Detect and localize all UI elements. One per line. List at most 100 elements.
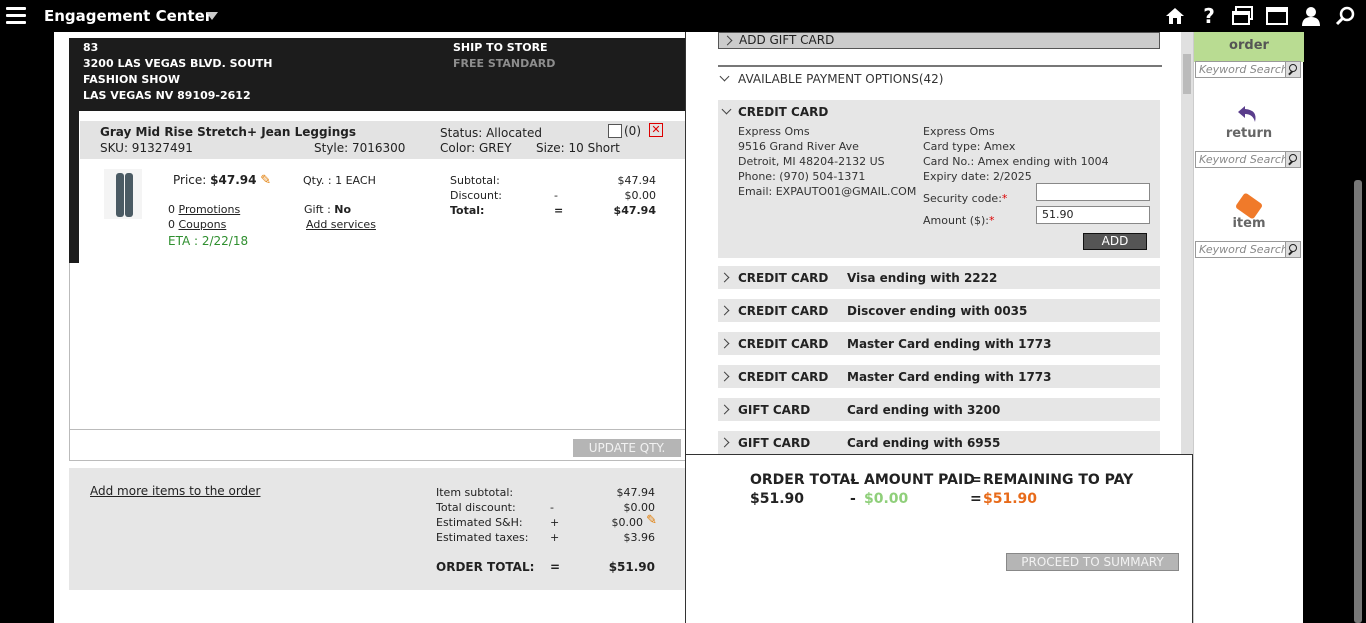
update-qty-button[interactable]: UPDATE QTY. bbox=[573, 439, 681, 457]
card-line: Card No.: Amex ending with 1004 bbox=[923, 155, 1109, 168]
available-options-label: AVAILABLE PAYMENT OPTIONS(42) bbox=[738, 72, 944, 86]
equals-sign: = bbox=[970, 472, 982, 488]
address-line: LAS VEGAS NV 89109-2612 bbox=[83, 89, 251, 102]
total-op: = bbox=[554, 204, 564, 217]
payment-scrollbar[interactable] bbox=[1181, 32, 1193, 454]
available-payment-options[interactable]: AVAILABLE PAYMENT OPTIONS(42) bbox=[718, 71, 944, 86]
payment-desc: Visa ending with 2222 bbox=[847, 271, 998, 285]
billing-line: Detroit, MI 48204-2132 US bbox=[738, 155, 885, 168]
card-title[interactable]: CREDIT CARD bbox=[738, 105, 828, 119]
payment-option-row[interactable]: CREDIT CARD Master Card ending with 1773 bbox=[718, 365, 1160, 388]
ship-method: SHIP TO STORE FREE STANDARD bbox=[453, 40, 555, 72]
page-scrollbar[interactable] bbox=[1354, 180, 1362, 623]
amount-paid-heading: AMOUNT PAID bbox=[864, 472, 975, 488]
summary-value: $0.00 bbox=[611, 516, 644, 529]
summary-op: + bbox=[550, 531, 560, 544]
chevron-down-icon[interactable] bbox=[721, 104, 732, 115]
help-icon[interactable]: ? bbox=[1198, 4, 1220, 28]
windows-icon[interactable] bbox=[1232, 5, 1254, 27]
equals-sign: = bbox=[970, 491, 982, 507]
item-totals: Subtotal: $47.94 Discount: - $0.00 Total… bbox=[450, 173, 656, 218]
chevron-right-icon bbox=[719, 437, 730, 448]
payment-option-row[interactable]: CREDIT CARD Visa ending with 2222 bbox=[718, 266, 1160, 289]
edit-shipping-icon[interactable]: ✎ bbox=[646, 513, 657, 528]
promotions-label[interactable]: Promotions bbox=[179, 203, 241, 216]
top-icons: ? bbox=[1164, 4, 1356, 28]
search-icon[interactable] bbox=[1334, 5, 1356, 27]
summary-row: Estimated taxes: + $3.96 bbox=[436, 530, 655, 545]
gift-value: No bbox=[334, 203, 352, 216]
summary-label: Item subtotal: bbox=[436, 486, 514, 499]
return-arrow-icon[interactable] bbox=[1236, 104, 1260, 124]
order-summary: Add more items to the order Item subtota… bbox=[69, 468, 686, 590]
payment-type: CREDIT CARD bbox=[738, 271, 829, 285]
summary-value: $3.96 bbox=[623, 531, 656, 544]
chevron-right-icon bbox=[719, 371, 730, 382]
coupons-link[interactable]: 0 Coupons bbox=[168, 218, 226, 231]
payment-option-row[interactable]: GIFT CARD Card ending with 3200 bbox=[718, 398, 1160, 421]
add-payment-button[interactable]: ADD bbox=[1083, 233, 1147, 250]
chevron-down-icon[interactable] bbox=[206, 12, 218, 20]
right-sidebar: order Keyword Search return Keyword Sear… bbox=[1193, 32, 1304, 623]
payment-type: GIFT CARD bbox=[738, 436, 811, 450]
summary-op: - bbox=[550, 501, 554, 514]
item-price: Price: $47.94 ✎ bbox=[173, 173, 271, 188]
payment-option-row[interactable]: GIFT CARD Card ending with 6955 bbox=[718, 431, 1160, 454]
proceed-to-summary-button[interactable]: PROCEED TO SUMMARY bbox=[1006, 553, 1179, 571]
remaining-value: $51.90 bbox=[983, 491, 1038, 507]
payment-desc: Master Card ending with 1773 bbox=[847, 370, 1052, 384]
order-nav[interactable]: order bbox=[1194, 32, 1304, 62]
remove-item-icon[interactable]: ✕ bbox=[649, 123, 663, 137]
summary-label: Estimated taxes: bbox=[436, 531, 529, 544]
add-services-link[interactable]: Add services bbox=[306, 218, 376, 231]
order-search-input[interactable]: Keyword Search bbox=[1195, 61, 1301, 78]
billing-line: Email: EXPAUTO01@GMAIL.COM bbox=[738, 185, 917, 198]
order-total-amount: $51.90 bbox=[750, 491, 805, 507]
payment-panel: ADD GIFT CARD AVAILABLE PAYMENT OPTIONS(… bbox=[686, 32, 1193, 454]
payment-option-row[interactable]: CREDIT CARD Master Card ending with 1773 bbox=[718, 332, 1160, 355]
ship-address: 83 3200 LAS VEGAS BLVD. SOUTH FASHION SH… bbox=[83, 40, 273, 104]
return-search-input[interactable]: Keyword Search bbox=[1195, 151, 1301, 168]
window-icon[interactable] bbox=[1266, 5, 1288, 27]
search-icon[interactable] bbox=[1285, 62, 1300, 77]
item-sku: SKU: 91327491 bbox=[100, 141, 193, 155]
scrollbar-thumb[interactable] bbox=[1183, 54, 1191, 94]
payment-option-row[interactable]: CREDIT CARD Discover ending with 0035 bbox=[718, 299, 1160, 322]
search-icon[interactable] bbox=[1285, 152, 1300, 167]
divider bbox=[686, 454, 1193, 455]
chevron-right-icon bbox=[719, 404, 730, 415]
product-image[interactable] bbox=[104, 169, 142, 219]
return-label[interactable]: return bbox=[1194, 126, 1304, 141]
summary-op: + bbox=[550, 516, 560, 529]
main-panel: 83 3200 LAS VEGAS BLVD. SOUTH FASHION SH… bbox=[54, 32, 1304, 623]
chevron-right-icon bbox=[719, 305, 730, 316]
add-more-items-link[interactable]: Add more items to the order bbox=[90, 484, 261, 498]
price-value: $47.94 bbox=[210, 173, 257, 187]
user-icon[interactable] bbox=[1300, 5, 1322, 27]
add-gift-card-bar[interactable]: ADD GIFT CARD bbox=[718, 32, 1160, 49]
summary-label: Estimated S&H: bbox=[436, 516, 523, 529]
billing-address: Express Oms 9516 Grand River Ave Detroit… bbox=[738, 124, 916, 199]
app-title[interactable]: Engagement Center bbox=[44, 7, 212, 25]
coupons-label[interactable]: Coupons bbox=[179, 218, 227, 231]
item-search-input[interactable]: Keyword Search bbox=[1195, 241, 1301, 258]
summary-table: Item subtotal: $47.94 Total discount: - … bbox=[436, 485, 657, 545]
promotions-count: 0 bbox=[168, 203, 175, 216]
payment-type: GIFT CARD bbox=[738, 403, 811, 417]
total-label: Total: bbox=[450, 204, 485, 217]
search-icon[interactable] bbox=[1285, 242, 1300, 257]
edit-price-icon[interactable]: ✎ bbox=[260, 173, 271, 188]
hamburger-menu-icon[interactable] bbox=[6, 7, 26, 25]
home-icon[interactable] bbox=[1164, 5, 1186, 27]
note-edit-icon[interactable] bbox=[608, 124, 622, 138]
promotions-link[interactable]: 0 Promotions bbox=[168, 203, 240, 216]
amount-text: Amount ($): bbox=[923, 214, 990, 227]
item-total-row: Subtotal: $47.94 bbox=[450, 173, 656, 188]
order-total-row: ORDER TOTAL: = $51.90 bbox=[436, 560, 655, 575]
ship-to-label: SHIP TO STORE bbox=[453, 41, 548, 54]
shipping-method: FREE STANDARD bbox=[453, 57, 556, 70]
total-label: Subtotal: bbox=[450, 174, 500, 187]
amount-input[interactable]: 51.90 bbox=[1036, 206, 1150, 224]
security-code-input[interactable] bbox=[1036, 183, 1150, 201]
item-label[interactable]: item bbox=[1194, 216, 1304, 231]
